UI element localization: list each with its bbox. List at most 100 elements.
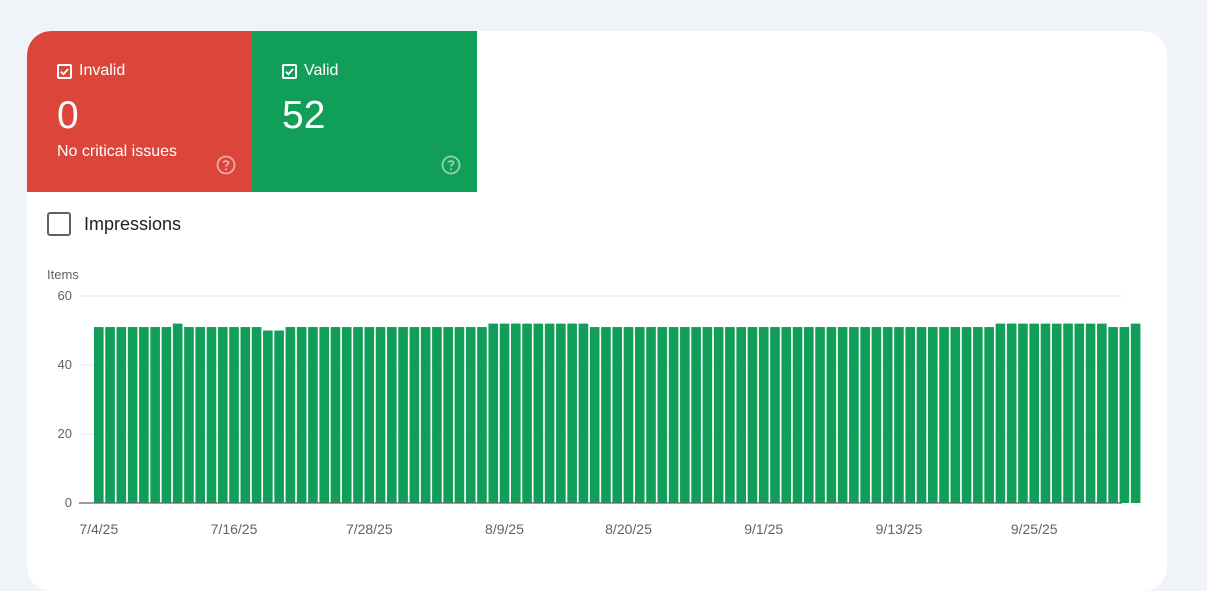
bar <box>398 327 408 503</box>
y-tick-label: 0 <box>65 495 72 510</box>
bar <box>522 323 532 503</box>
bar <box>454 327 465 503</box>
bar <box>849 327 859 503</box>
bar <box>578 323 589 503</box>
bar <box>894 327 904 503</box>
bar <box>612 327 623 503</box>
items-bar-chart: 0 20 40 60 7/4/25 7/16/25 7/28/25 8/9/25 8/20/25… <box>58 288 1141 537</box>
bar <box>556 323 566 503</box>
bar <box>488 323 499 503</box>
bar <box>882 327 893 503</box>
bar <box>420 327 431 503</box>
bar <box>939 327 949 503</box>
x-tick-label: 7/4/25 <box>79 521 118 537</box>
bar <box>973 327 983 503</box>
bar <box>477 327 487 503</box>
bar <box>826 327 837 503</box>
bar <box>691 327 701 503</box>
bar <box>105 327 115 503</box>
bar <box>1119 327 1130 503</box>
bar <box>984 327 994 503</box>
x-tick-label: 9/25/25 <box>1011 521 1058 537</box>
bar <box>815 327 825 503</box>
bar <box>296 327 307 503</box>
bar <box>567 323 577 503</box>
bar <box>217 327 228 503</box>
bar <box>792 327 803 503</box>
y-tick-label: 20 <box>58 426 72 441</box>
bar <box>409 327 420 503</box>
bar <box>229 327 239 503</box>
bar <box>432 327 442 503</box>
bar <box>150 327 160 503</box>
bar <box>1029 323 1040 503</box>
y-tick-label: 40 <box>58 357 72 372</box>
bar <box>1006 323 1017 503</box>
bar <box>781 327 792 503</box>
bar <box>1108 327 1118 503</box>
bar <box>443 327 453 503</box>
bar <box>161 327 172 503</box>
bar <box>702 327 713 503</box>
bar <box>285 327 296 503</box>
bar <box>139 327 149 503</box>
bar <box>206 327 217 503</box>
bar <box>927 327 938 503</box>
bar <box>623 327 634 503</box>
y-tick-label: 60 <box>58 288 72 303</box>
bar <box>184 327 194 503</box>
bar <box>680 327 690 503</box>
bar <box>94 327 104 503</box>
bar <box>240 327 251 503</box>
bar <box>770 327 780 503</box>
bar <box>364 327 375 503</box>
bar <box>1018 323 1028 503</box>
bar <box>544 323 555 503</box>
bar <box>916 327 927 503</box>
bar <box>510 323 521 503</box>
x-tick-label: 7/16/25 <box>211 521 258 537</box>
bar <box>465 327 476 503</box>
bar <box>634 327 645 503</box>
bar <box>871 327 882 503</box>
bar <box>860 327 870 503</box>
bar <box>736 327 746 503</box>
x-tick-label: 7/28/25 <box>346 521 393 537</box>
bar <box>195 327 206 503</box>
bar <box>713 327 724 503</box>
bar <box>589 327 600 503</box>
bar <box>905 327 916 503</box>
bar <box>353 327 363 503</box>
bar <box>375 327 386 503</box>
bar <box>995 323 1006 503</box>
bar <box>1097 323 1107 503</box>
bar <box>758 327 769 503</box>
bar <box>274 330 284 503</box>
bar <box>804 327 814 503</box>
bar <box>1051 323 1062 503</box>
bar <box>646 327 656 503</box>
bar <box>657 327 668 503</box>
bar <box>263 330 273 503</box>
bar <box>127 327 138 503</box>
bar <box>308 327 318 503</box>
bar <box>1040 323 1051 503</box>
bar <box>499 323 510 503</box>
bar <box>668 327 679 503</box>
x-tick-label: 8/20/25 <box>605 521 652 537</box>
bar <box>172 323 183 503</box>
bar <box>725 327 735 503</box>
bar <box>341 327 352 503</box>
bar <box>961 327 972 503</box>
bar <box>319 327 329 503</box>
bar <box>747 327 758 503</box>
bar <box>1130 323 1141 503</box>
bar <box>1063 323 1073 503</box>
bar <box>950 327 961 503</box>
x-tick-label: 9/13/25 <box>876 521 923 537</box>
bar <box>251 327 262 503</box>
bar <box>1085 323 1096 503</box>
bar <box>533 323 544 503</box>
x-tick-label: 8/9/25 <box>485 521 524 537</box>
bar <box>1074 323 1085 503</box>
